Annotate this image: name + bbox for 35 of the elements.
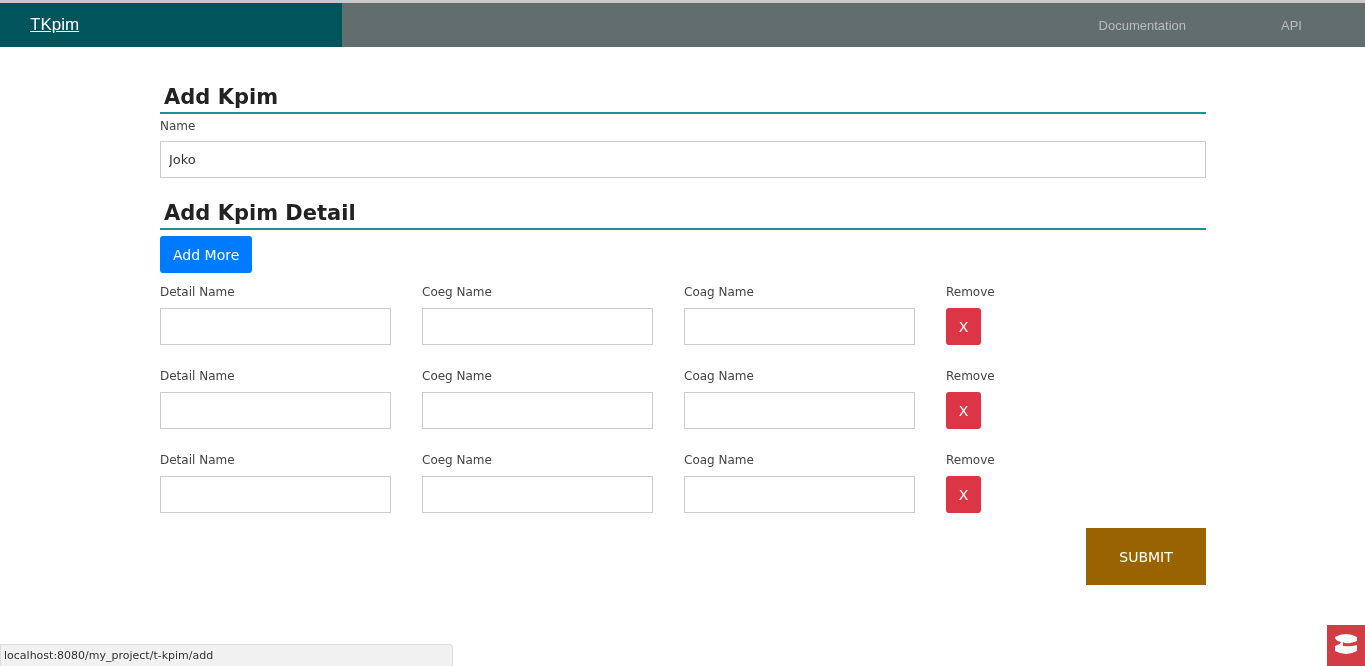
nav-link[interactable]: API: [1281, 17, 1302, 33]
text-field[interactable]: [160, 476, 391, 513]
name-field[interactable]: Joko: [160, 141, 1206, 178]
add-more-button[interactable]: Add More: [160, 236, 253, 273]
field-label: Coeg Name: [422, 285, 493, 299]
submit-button[interactable]: SUBMIT: [1086, 528, 1206, 585]
field-label: Remove: [946, 453, 996, 467]
brand-link[interactable]: TKpim: [30, 15, 80, 35]
field-label: Detail Name: [160, 369, 236, 383]
field-label: Remove: [946, 369, 996, 383]
nav-link[interactable]: Documentation: [1098, 17, 1187, 33]
status-url: localhost:8080/my_project/t-kpim/add: [0, 644, 453, 666]
remove-button[interactable]: X: [946, 308, 981, 345]
field-label: Detail Name: [160, 453, 236, 467]
field-label: Detail Name: [160, 285, 236, 299]
section-heading: Add Kpim Detail: [160, 198, 1206, 230]
remove-button[interactable]: X: [946, 476, 981, 513]
text-field[interactable]: [422, 308, 653, 345]
field-label: Coeg Name: [422, 453, 493, 467]
field-label: Coag Name: [684, 285, 755, 299]
remove-button[interactable]: X: [946, 392, 981, 429]
text-field[interactable]: [684, 308, 915, 345]
text-field[interactable]: [422, 392, 653, 429]
section-heading: Add Kpim: [160, 82, 1206, 114]
field-label: Remove: [946, 285, 996, 299]
text-field[interactable]: [160, 308, 391, 345]
field-label: Name: [160, 119, 197, 133]
cake-icon[interactable]: [1327, 625, 1365, 666]
field-label: Coeg Name: [422, 369, 493, 383]
text-field[interactable]: [160, 392, 391, 429]
text-field[interactable]: [684, 476, 915, 513]
field-label: Coag Name: [684, 369, 755, 383]
field-label: Coag Name: [684, 453, 755, 467]
text-field[interactable]: [684, 392, 915, 429]
text-field[interactable]: [422, 476, 653, 513]
